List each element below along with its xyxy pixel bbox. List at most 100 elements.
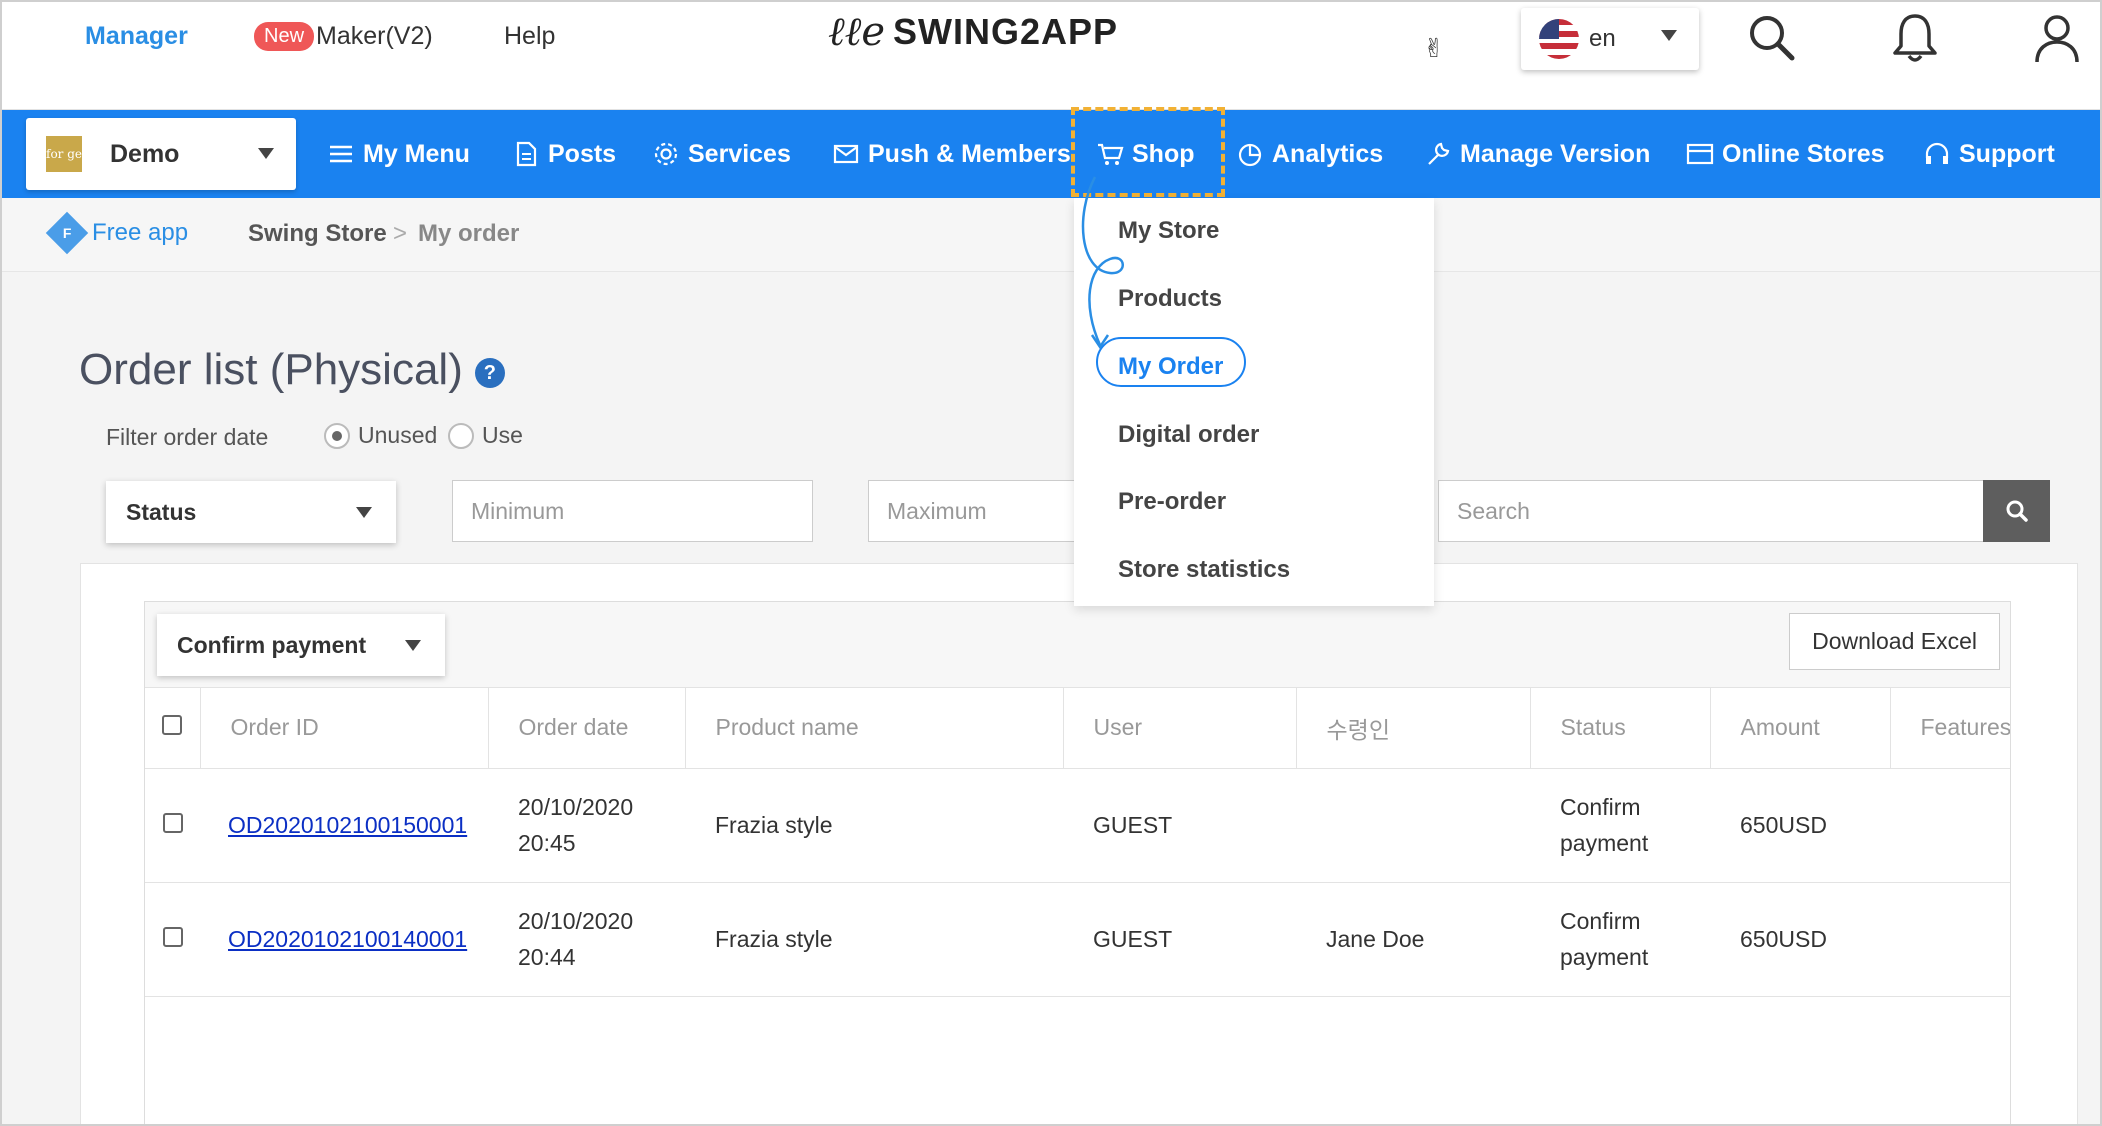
page-title: Order list (Physical) ? [79,345,505,395]
row-select-cell [145,768,200,883]
nav-label: Services [688,139,791,168]
table-row: OD2020102100140001 20/10/2020 20:44 Frazi… [145,882,2010,997]
status-line2: payment [1560,944,1649,970]
free-app-icon: F [45,211,89,255]
nav-label: Analytics [1272,139,1384,168]
language-select[interactable]: en [1521,8,1699,70]
nav-label: Posts [548,139,617,168]
nav-manage-version[interactable]: Manage Version [1424,110,1650,198]
page-title-text: Order list (Physical) [79,345,463,394]
radio-unused[interactable]: Unused [324,422,437,449]
logo-text: SWING2APP [893,10,1119,52]
column-header[interactable]: Features [1890,688,2010,769]
row-checkbox[interactable] [162,927,183,947]
nav-my-menu[interactable]: My Menu [327,110,470,198]
chevron-down-icon [1661,30,1677,41]
document-icon [516,141,537,167]
order-time: 20:45 [518,830,576,856]
help-link[interactable]: Help [504,22,555,51]
order-id-cell: OD2020102100150001 [200,768,488,883]
nav-label: Push & Members [868,139,1071,168]
radio-label: Use [482,422,523,448]
amount-cell: 650USD [1710,768,1890,883]
status-select-label: Status [126,498,197,525]
manager-link[interactable]: Manager [85,22,188,51]
us-flag-icon [1539,19,1579,59]
status-line1: Confirm [1560,794,1641,820]
status-cell: Confirm payment [1530,882,1710,997]
table-header-row: Order ID Order date Product name User 수령… [145,688,2010,769]
column-header[interactable]: Status [1530,688,1711,769]
product-name-cell: Frazia style [685,882,1063,997]
column-header[interactable]: User [1063,688,1297,769]
column-header[interactable]: Amount [1710,688,1891,769]
nav-posts[interactable]: Posts [512,110,616,198]
top-bar: Manager New Maker(V2) Help ℓℓe SWING2APP… [0,0,2102,110]
app-thumbnail: for ge [46,136,82,172]
user-cell: GUEST [1063,882,1296,997]
product-name-cell: Frazia style [685,768,1063,883]
recipient-cell [1296,768,1530,883]
search-input[interactable] [1438,480,1984,542]
row-checkbox[interactable] [162,813,183,833]
menu-item-my-order[interactable]: My Order [1118,353,1223,381]
radio-label: Unused [358,422,438,448]
user-icon[interactable] [2027,8,2087,68]
bell-icon[interactable] [1885,8,1945,68]
card-icon [1686,143,1714,165]
features-cell [1890,768,2010,883]
free-app-badge[interactable]: F Free app [45,211,188,255]
breadcrumb-swing-store[interactable]: Swing Store [248,220,387,248]
menu-item-digital-order[interactable]: Digital order [1118,421,1259,449]
menu-item-store-statistics[interactable]: Store statistics [1118,556,1290,584]
app-select[interactable]: for ge Demo [26,118,296,190]
menu-icon [330,145,352,163]
recipient-cell: Jane Doe [1296,882,1530,997]
nav-services[interactable]: Services [652,110,791,198]
breadcrumb-separator: > [393,220,408,247]
nav-analytics[interactable]: Analytics [1236,110,1383,198]
breadcrumb-my-order: My order [418,220,520,247]
minimum-input[interactable] [452,480,813,542]
order-id-link[interactable]: OD2020102100140001 [228,926,467,952]
maker-link[interactable]: Maker(V2) [316,22,433,51]
victory-hand-icon: ✌ [1423,33,1445,63]
wrench-icon [1428,142,1450,165]
order-time: 20:44 [518,944,576,970]
nav-online-stores[interactable]: Online Stores [1686,110,1885,198]
table-row: OD2020102100150001 20/10/2020 20:45 Frazi… [145,768,2010,883]
column-header[interactable]: Product name [685,688,1064,769]
nav-push-members[interactable]: Push & Members [832,110,1071,198]
nav-label: Online Stores [1722,139,1885,168]
nav-label: Manage Version [1460,139,1651,168]
status-line2: payment [1560,830,1649,856]
column-header[interactable]: Order date [488,688,686,769]
row-select-cell [145,882,200,997]
chevron-down-icon [405,640,421,651]
headset-icon [1925,142,1949,164]
order-date-cell: 20/10/2020 20:45 [488,768,685,883]
download-excel-button[interactable]: Download Excel [1789,613,2000,670]
annotation-arrow-icon [1081,176,1124,350]
swing2app-logo[interactable]: ℓℓe SWING2APP [828,8,1118,55]
filter-order-date-label: Filter order date [106,424,269,450]
amount-cell: 650USD [1710,882,1890,997]
bulk-action-select[interactable]: Confirm payment [157,614,445,676]
radio-use[interactable]: Use [448,422,523,449]
nav-support[interactable]: Support [1923,110,2055,198]
help-icon[interactable]: ? [474,358,505,388]
new-badge: New [254,22,315,51]
logo-signature-icon: ℓℓe [828,9,885,55]
order-date: 20/10/2020 [518,794,634,820]
select-all-checkbox[interactable] [162,715,183,736]
order-id-link[interactable]: OD2020102100150001 [228,812,467,838]
nav-label: My Menu [363,139,470,168]
search-icon[interactable] [1742,8,1802,68]
pie-chart-icon [1238,143,1262,167]
radio-empty-icon [448,422,474,449]
search-button[interactable] [1983,480,2050,542]
menu-item-pre-order[interactable]: Pre-order [1118,488,1226,516]
column-header[interactable]: Order ID [200,688,489,769]
column-header[interactable]: 수령인 [1296,688,1531,769]
status-select[interactable]: Status [106,481,396,543]
